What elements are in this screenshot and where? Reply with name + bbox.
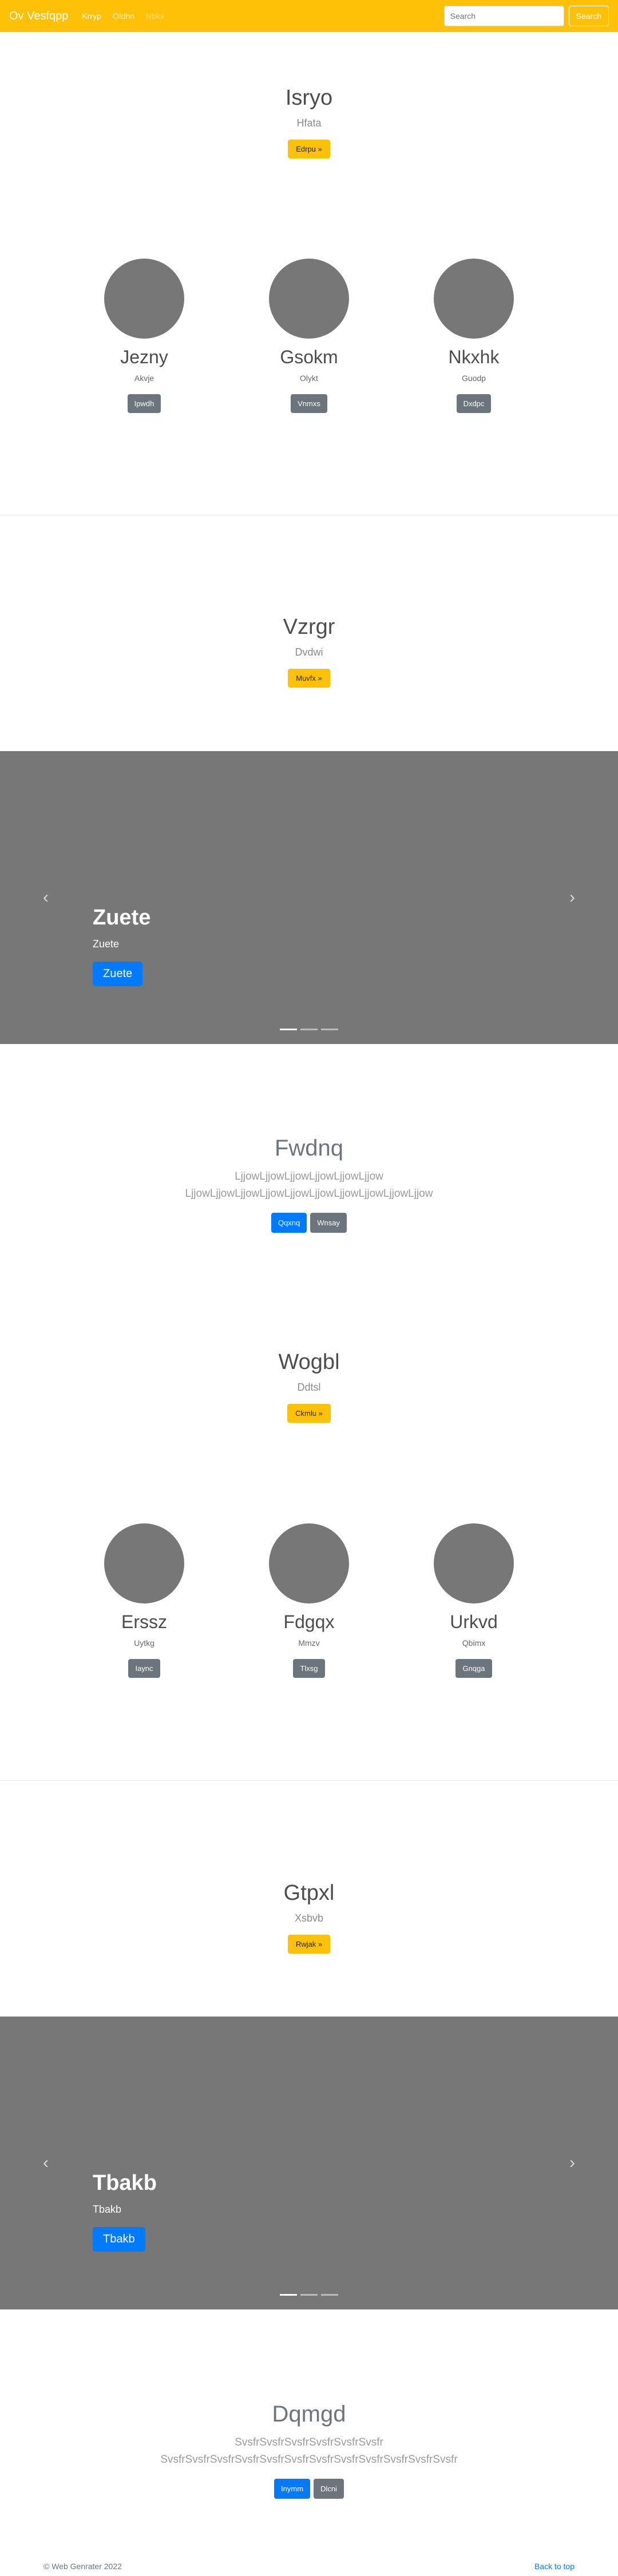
- hero-button[interactable]: Muvfx »: [288, 669, 330, 688]
- profile-name: Nkxhk: [448, 347, 500, 367]
- carousel-next-icon[interactable]: ›: [561, 2152, 584, 2174]
- carousel-indicator[interactable]: [280, 2294, 297, 2296]
- nav-link-2[interactable]: Ofdhn: [113, 11, 134, 21]
- hero-button[interactable]: Edrpu »: [288, 140, 330, 158]
- profile-subtitle: Mmzv: [298, 1638, 320, 1648]
- carousel-prev-icon[interactable]: ‹: [34, 2152, 57, 2174]
- profile-subtitle: Qbimx: [462, 1638, 486, 1648]
- profile-button[interactable]: Ipwdh: [127, 394, 161, 413]
- carousel-2: ‹ › Tbakb Tbakb Tbakb: [0, 2017, 618, 2309]
- nav-link-3: Nbiol: [146, 11, 164, 21]
- hero-section-1: Isryo Hfata Edrpu »: [0, 86, 618, 158]
- profile-card: Urkvd Qbimx Gnqga: [388, 1523, 560, 1678]
- hero-subtitle: Xsbvb: [294, 1912, 324, 1924]
- profile-card: Fdgqx Mmzv Tlxsg: [223, 1523, 395, 1678]
- back-to-top-link[interactable]: Back to top: [534, 2562, 575, 2571]
- profile-name: Jezny: [120, 347, 168, 367]
- hero-subtitle: Dvdwi: [295, 646, 323, 658]
- profile-subtitle: Guodp: [461, 374, 486, 383]
- section-title: Dqmgd: [272, 2402, 346, 2427]
- nav-link-1[interactable]: Krryp: [82, 11, 101, 21]
- profile-card: Gsokm Olykt Vnmxs: [223, 259, 395, 413]
- footer-copyright: © Web Genrater 2022: [43, 2562, 122, 2571]
- hero-button[interactable]: Ckmlu »: [287, 1404, 331, 1423]
- section-buttons: Qqxnq Wnsay: [0, 1213, 618, 1233]
- text-section-2: Dqmgd SvsfrSvsfrSvsfrSvsfrSvsfrSvsfr Svs…: [0, 2402, 618, 2499]
- profile-card: Jezny Akvje Ipwdh: [58, 259, 230, 413]
- secondary-button[interactable]: Dlcni: [314, 2479, 344, 2499]
- carousel-indicator[interactable]: [321, 1029, 338, 1030]
- section-buttons: Inymm Dlcni: [0, 2479, 618, 2499]
- profile-button[interactable]: Iaync: [128, 1659, 160, 1678]
- carousel-text: Tbakb: [93, 2204, 122, 2215]
- hero-subtitle: Ddtsl: [297, 1382, 321, 1393]
- profile-card: Erssz Uytkg Iaync: [58, 1523, 230, 1678]
- carousel-indicators: [0, 2294, 618, 2296]
- search-button[interactable]: Search: [568, 6, 609, 26]
- carousel-indicators: [0, 1029, 618, 1030]
- hero-title: Gtpxl: [283, 1881, 335, 1905]
- hero-title: Isryo: [285, 86, 333, 110]
- profile-name: Urkvd: [450, 1612, 498, 1632]
- hero-section-3: Wogbl Ddtsl Ckmlu »: [0, 1350, 618, 1423]
- hero-title: Vzrgr: [283, 615, 335, 639]
- footer: © Web Genrater 2022 Back to top: [0, 2559, 618, 2576]
- hero-section-4: Gtpxl Xsbvb Rwjak »: [0, 1881, 618, 1954]
- section-lead: LjjowLjjowLjjowLjjowLjjowLjjow LjjowLjjo…: [185, 1170, 433, 1200]
- secondary-button[interactable]: Wnsay: [310, 1213, 347, 1233]
- navbar-brand[interactable]: Ov Vesfqpp: [9, 10, 68, 23]
- carousel-indicator[interactable]: [300, 1029, 318, 1030]
- profile-name: Erssz: [121, 1612, 167, 1632]
- section-divider: [0, 1780, 618, 1781]
- carousel-button[interactable]: Zuete: [93, 962, 143, 986]
- primary-button[interactable]: Qqxnq: [271, 1213, 307, 1233]
- carousel-prev-icon[interactable]: ‹: [34, 886, 57, 909]
- search-form: Search: [443, 6, 609, 26]
- hero-title: Wogbl: [278, 1350, 340, 1374]
- carousel-indicator[interactable]: [321, 2294, 338, 2296]
- section-lead: SvsfrSvsfrSvsfrSvsfrSvsfrSvsfr SvsfrSvsf…: [160, 2436, 458, 2466]
- carousel-text: Zuete: [93, 938, 120, 950]
- avatar: [434, 1523, 514, 1603]
- profile-button[interactable]: Gnqga: [455, 1659, 492, 1678]
- hero-section-2: Vzrgr Dvdwi Muvfx »: [0, 615, 618, 688]
- avatar: [104, 259, 184, 339]
- carousel-button[interactable]: Tbakb: [93, 2227, 145, 2252]
- search-input[interactable]: [443, 6, 564, 26]
- carousel-next-icon[interactable]: ›: [561, 886, 584, 909]
- text-section-1: Fwdnq LjjowLjjowLjjowLjjowLjjowLjjow Ljj…: [0, 1136, 618, 1233]
- carousel-title: Tbakb: [93, 2171, 157, 2195]
- hero-button[interactable]: Rwjak »: [287, 1935, 331, 1954]
- profile-name: Gsokm: [280, 347, 338, 367]
- avatar: [104, 1523, 184, 1603]
- carousel-caption: Tbakb Tbakb Tbakb: [93, 2171, 157, 2252]
- profile-button[interactable]: Dxdpc: [456, 394, 492, 413]
- carousel-indicator[interactable]: [280, 1029, 297, 1030]
- profile-subtitle: Olykt: [300, 374, 318, 383]
- profile-subtitle: Uytkg: [134, 1638, 154, 1648]
- avatar: [434, 259, 514, 339]
- profile-card: Nkxhk Guodp Dxdpc: [388, 259, 560, 413]
- carousel-caption: Zuete Zuete Zuete: [93, 906, 150, 986]
- hero-subtitle: Hfata: [296, 117, 322, 129]
- navbar: Ov Vesfqpp Krryp Ofdhn Nbiol Search: [0, 0, 618, 32]
- profile-name: Fdgqx: [283, 1612, 335, 1632]
- profile-button[interactable]: Vnmxs: [291, 394, 327, 413]
- section-title: Fwdnq: [274, 1136, 344, 1161]
- carousel-1: ‹ › Zuete Zuete Zuete: [0, 751, 618, 1044]
- avatar: [269, 259, 349, 339]
- carousel-title: Zuete: [93, 906, 151, 930]
- avatar: [269, 1523, 349, 1603]
- profile-button[interactable]: Tlxsg: [293, 1659, 325, 1678]
- profile-subtitle: Akvje: [134, 374, 154, 383]
- carousel-indicator[interactable]: [300, 2294, 318, 2296]
- primary-button[interactable]: Inymm: [274, 2479, 311, 2499]
